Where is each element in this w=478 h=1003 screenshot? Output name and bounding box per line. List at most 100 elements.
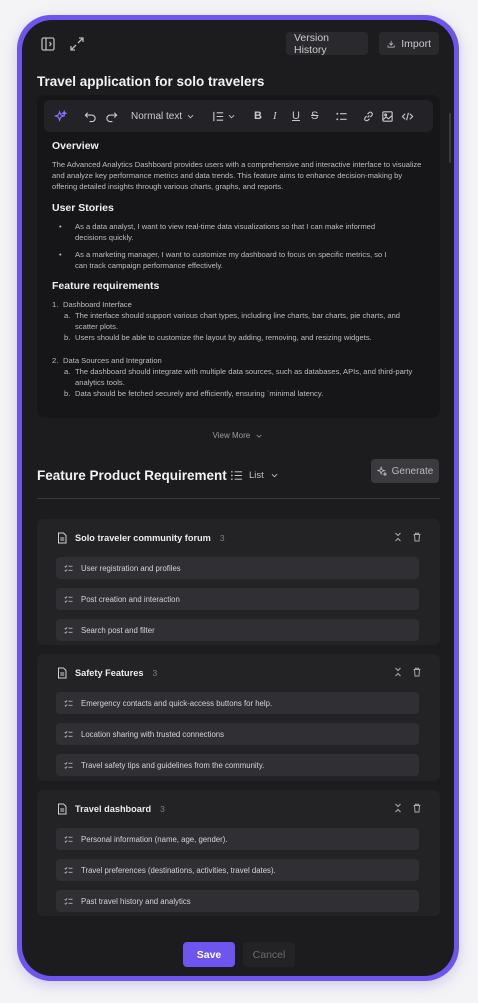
ai-sparkle-icon[interactable] — [54, 108, 67, 124]
trash-icon[interactable] — [412, 667, 422, 677]
import-label: Import — [401, 37, 431, 50]
sidebar-toggle-icon[interactable] — [38, 34, 58, 54]
requirement-section: Travel dashboard 3 Personal information … — [37, 790, 440, 916]
image-icon[interactable] — [381, 108, 394, 124]
version-history-label: Version History — [294, 31, 330, 56]
requirement-item[interactable]: Travel safety tips and guidelines from t… — [56, 754, 419, 776]
chevron-down-icon — [187, 114, 194, 118]
requirement-item[interactable]: Emergency contacts and quick-access butt… — [56, 692, 419, 714]
list-item: As a marketing manager, I want to custom… — [52, 249, 427, 271]
italic-icon[interactable]: I — [273, 108, 277, 124]
section-actions — [393, 667, 422, 677]
bold-icon[interactable]: B — [254, 108, 262, 124]
editor-toolbar: Normal text B I U S — [44, 100, 433, 132]
requirement-text: Users should be able to customize the la… — [75, 333, 372, 342]
line-height-select[interactable] — [212, 108, 236, 124]
requirement-item-label: Travel safety tips and guidelines from t… — [81, 760, 265, 770]
requirement-item-label: Past travel history and analytics — [81, 896, 191, 906]
section-count: 3 — [219, 533, 225, 543]
import-button[interactable]: Import — [379, 32, 439, 55]
chevron-down-icon — [228, 114, 235, 118]
requirement-item[interactable]: Search post and filter — [56, 619, 419, 641]
text-style-label: Normal text — [131, 110, 183, 122]
view-more-button[interactable]: View More — [22, 431, 454, 440]
line-spacing-icon — [213, 111, 224, 121]
generate-button[interactable]: Generate — [371, 459, 439, 483]
undo-icon[interactable] — [84, 108, 97, 124]
underline-icon[interactable]: U — [292, 108, 300, 124]
requirement-item[interactable]: Past travel history and analytics — [56, 890, 419, 912]
requirement-item[interactable]: Location sharing with trusted connection… — [56, 723, 419, 745]
expand-icon[interactable] — [67, 34, 87, 54]
section-actions — [393, 803, 422, 813]
checklist-icon — [64, 730, 73, 738]
trash-icon[interactable] — [412, 532, 422, 542]
document-icon — [58, 667, 67, 679]
version-history-button[interactable]: Version History — [286, 31, 368, 56]
app-screen: Version History Import Travel applicatio… — [22, 20, 454, 976]
collapse-icon[interactable] — [393, 532, 403, 542]
scrollbar[interactable] — [449, 113, 451, 163]
list-icon — [231, 470, 243, 480]
view-mode-select[interactable]: List — [230, 468, 279, 482]
list-number: 1. — [52, 300, 59, 309]
download-icon — [387, 40, 395, 47]
collapse-icon[interactable] — [393, 667, 403, 677]
strikethrough-icon[interactable]: S — [311, 108, 318, 124]
divider — [37, 498, 440, 499]
requirement-item-label: Search post and filter — [81, 625, 155, 635]
list-item: 2. Data Sources and Integration — [52, 355, 427, 366]
section-count: 3 — [152, 668, 158, 678]
save-button[interactable]: Save — [183, 942, 235, 967]
trash-icon[interactable] — [412, 803, 422, 813]
list-letter: b. — [64, 333, 71, 342]
list-item: a. The dashboard should integrate with m… — [52, 366, 427, 388]
requirement-text: The dashboard should integrate with mult… — [75, 367, 413, 387]
checklist-icon — [64, 897, 73, 905]
checklist-icon — [64, 835, 73, 843]
requirement-item[interactable]: Travel preferences (destinations, activi… — [56, 859, 419, 881]
section-title: Solo traveler community forum — [75, 533, 211, 543]
document-title: Travel application for solo travelers — [37, 74, 265, 89]
sparkle-icon — [376, 466, 387, 476]
rich-text-editor[interactable]: Normal text B I U S Overview The Advance… — [37, 95, 440, 418]
view-more-label: View More — [212, 431, 251, 440]
list-item: a. The interface should support various … — [52, 310, 427, 332]
requirement-item[interactable]: Post creation and interaction — [56, 588, 419, 610]
code-icon[interactable] — [401, 108, 414, 124]
list-item: b. Data should be fetched securely and e… — [52, 388, 427, 399]
section-title: Travel dashboard — [75, 804, 152, 814]
list-letter: a. — [64, 367, 71, 376]
requirement-item[interactable]: User registration and profiles — [56, 557, 419, 579]
user-stories-list: As a data analyst, I want to view real-t… — [52, 221, 427, 271]
checklist-icon — [64, 595, 73, 603]
document-icon — [58, 532, 67, 544]
chevron-down-icon — [256, 434, 263, 438]
requirement-item-label: Personal information (name, age, gender)… — [81, 834, 228, 844]
top-bar: Version History Import — [22, 32, 454, 60]
bullet-list-icon[interactable] — [335, 108, 348, 124]
requirement-item[interactable]: Personal information (name, age, gender)… — [56, 828, 419, 850]
checklist-icon — [64, 866, 73, 874]
requirement-item-label: Travel preferences (destinations, activi… — [81, 865, 276, 875]
requirements-list: 1. Dashboard Interface a. The interface … — [52, 299, 427, 399]
requirement-section: Safety Features 3 Emergency contacts and… — [37, 654, 440, 781]
checklist-icon — [64, 699, 73, 707]
redo-icon[interactable] — [105, 108, 118, 124]
section-header: Safety Features 3 — [56, 666, 157, 680]
text-style-select[interactable]: Normal text — [131, 108, 195, 124]
cancel-button[interactable]: Cancel — [243, 942, 295, 967]
list-item: b. Users should be able to customize the… — [52, 332, 427, 343]
requirement-item-label: Emergency contacts and quick-access butt… — [81, 698, 273, 708]
requirement-item-label: Post creation and interaction — [81, 594, 180, 604]
list-item: 1. Dashboard Interface — [52, 299, 427, 310]
feature-requirements-heading: Feature requirements — [52, 280, 160, 292]
requirement-text: Data should be fetched securely and effi… — [75, 389, 324, 398]
section-actions — [393, 532, 422, 542]
list-letter: b. — [64, 389, 71, 398]
collapse-icon[interactable] — [393, 803, 403, 813]
link-icon[interactable] — [362, 108, 375, 124]
view-mode-label: List — [249, 469, 264, 481]
editor-content[interactable]: Overview The Advanced Analytics Dashboar… — [52, 140, 427, 399]
section-count: 3 — [160, 804, 165, 814]
